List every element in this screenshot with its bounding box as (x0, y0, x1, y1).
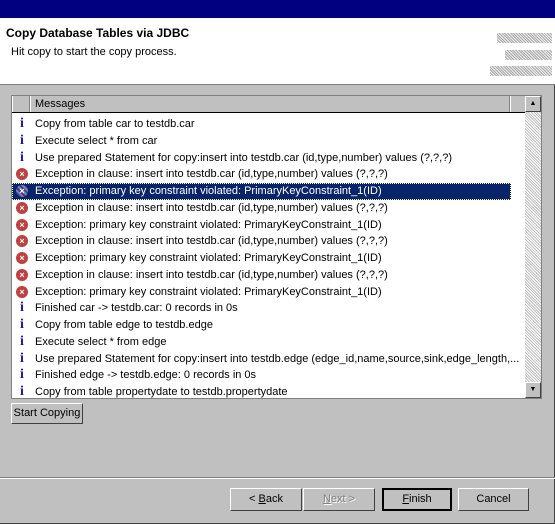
table-row[interactable]: i Use prepared Statement for copy:insert … (12, 150, 526, 167)
message-text: Exception in clause: insert into testdb.… (35, 201, 388, 214)
info-icon: i (20, 132, 24, 148)
banner-graphic (490, 66, 552, 76)
info-icon: i (20, 367, 24, 383)
icon-column-header[interactable] (12, 96, 30, 112)
info-icon: i (20, 300, 24, 316)
table-row[interactable]: × Exception: primary key constraint viola… (12, 284, 526, 301)
message-text: Execute select * from car (35, 134, 158, 147)
banner-graphic (497, 33, 552, 43)
error-icon: × (16, 235, 28, 248)
info-icon: i (20, 317, 24, 332)
info-icon: i (20, 350, 24, 366)
message-text: Use prepared Statement for copy:insert i… (35, 352, 520, 365)
table-row[interactable]: i Finished car -> testdb.car: 0 records i… (12, 300, 526, 317)
message-text: Copy from table edge to testdb.edge (35, 319, 213, 331)
message-list: i Copy from table car to testdb.car i Execu… (12, 116, 526, 399)
filler-column-header (510, 96, 526, 112)
table-row[interactable]: i Execute select * from edge (12, 334, 526, 351)
back-mnemonic: B (258, 493, 266, 505)
scroll-up-button[interactable]: ▲ (525, 96, 541, 112)
info-icon: i (20, 384, 24, 399)
table-row[interactable]: × Exception in clause: insert into testdb… (12, 267, 526, 284)
table-row[interactable]: × Exception in clause: insert into testdb… (12, 233, 526, 250)
next-button[interactable]: Next > (303, 488, 375, 511)
message-text: Exception: primary key constraint violat… (35, 285, 382, 298)
cancel-button[interactable]: Cancel (458, 488, 529, 511)
table-row[interactable]: i Copy from table edge to testdb.edge (12, 317, 526, 334)
start-copying-button[interactable]: Start Copying (11, 403, 83, 424)
table-row[interactable]: i Finished edge -> testdb.edge: 0 records… (12, 367, 526, 384)
vertical-scrollbar[interactable]: ▲ ▼ (525, 96, 541, 398)
error-icon: × (16, 218, 28, 231)
error-icon: × (16, 168, 28, 181)
message-text: Exception in clause: insert into testdb.… (35, 235, 388, 248)
wizard-header: Copy Database Tables via JDBC Hit copy t… (0, 18, 555, 85)
next-mnemonic: N (322, 493, 331, 505)
table-header: Messages (12, 96, 526, 113)
info-icon: i (20, 116, 24, 131)
scroll-down-button[interactable]: ▼ (525, 382, 541, 398)
error-icon: × (16, 252, 28, 264)
title-bar (0, 0, 555, 18)
table-row[interactable]: i Copy from table car to testdb.car (12, 116, 526, 133)
messages-column-header[interactable]: Messages (30, 96, 510, 112)
back-button[interactable]: < Back (230, 488, 302, 511)
back-label: ack (265, 493, 283, 505)
message-text: Exception: primary key constraint violat… (35, 252, 382, 264)
message-text: Exception in clause: insert into testdb.… (35, 268, 388, 281)
error-icon: × (16, 201, 28, 214)
message-text: Exception: primary key constraint violat… (35, 185, 382, 197)
banner-graphic (505, 50, 552, 60)
table-row[interactable]: i Use prepared Statement for copy:insert … (12, 351, 526, 368)
back-label: < (249, 493, 259, 505)
info-icon: i (20, 333, 24, 349)
table-row[interactable]: i Execute select * from car (12, 133, 526, 150)
message-text: Execute select * from edge (35, 335, 167, 348)
finish-button[interactable]: Finish (382, 488, 452, 511)
table-row[interactable]: × Exception: primary key constraint viola… (12, 250, 526, 267)
table-row[interactable]: × Exception in clause: insert into testdb… (12, 200, 526, 217)
message-text: Use prepared Statement for copy:insert i… (35, 151, 452, 164)
message-text: Exception: primary key constraint violat… (35, 218, 382, 231)
page-title: Copy Database Tables via JDBC (6, 26, 190, 40)
table-row[interactable]: × Exception: primary key constraint viola… (12, 183, 511, 200)
message-text: Finished car -> testdb.car: 0 records in… (35, 302, 238, 315)
table-row[interactable]: × Exception in clause: insert into testdb… (12, 166, 526, 183)
separator (0, 477, 555, 479)
error-icon: × (16, 185, 28, 197)
table-row[interactable]: i Copy from table propertydate to testdb.… (12, 384, 526, 399)
page-description: Hit copy to start the copy process. (11, 46, 177, 58)
error-icon: × (16, 285, 28, 298)
info-icon: i (20, 149, 24, 165)
message-text: Copy from table car to testdb.car (35, 118, 195, 130)
messages-table[interactable]: Messages i Copy from table car to testdb.… (11, 95, 542, 399)
finish-label: inish (409, 493, 432, 505)
message-text: Copy from table propertydate to testdb.p… (35, 386, 288, 398)
next-label: ext > (330, 493, 356, 505)
message-text: Exception in clause: insert into testdb.… (35, 168, 388, 181)
message-text: Finished edge -> testdb.edge: 0 records … (35, 369, 257, 382)
error-icon: × (16, 268, 28, 281)
table-row[interactable]: × Exception: primary key constraint viola… (12, 217, 526, 234)
